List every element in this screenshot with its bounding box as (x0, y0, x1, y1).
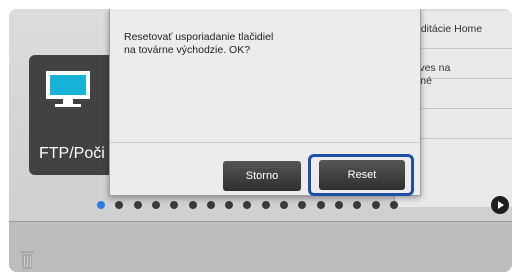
page-dot[interactable] (115, 201, 124, 209)
dialog-message: Resetovať usporiadanie tlačidiel na tová… (124, 31, 314, 57)
page-dot[interactable] (298, 201, 307, 209)
page-dot[interactable] (334, 201, 343, 209)
page-dot[interactable] (280, 201, 288, 209)
page-dot[interactable] (261, 201, 270, 209)
page-dot[interactable] (170, 201, 179, 209)
page-dot[interactable] (151, 201, 160, 209)
page-dot[interactable] (316, 201, 325, 209)
tile-label: FTP/Poči (39, 145, 105, 162)
page-dot[interactable] (353, 201, 362, 209)
dialog-footer: Storno Reset (110, 142, 420, 196)
device-screen: ec editácie Home ' kláves na volené FTP/… (9, 9, 512, 272)
page-dot[interactable] (133, 201, 142, 209)
dialog-message-line1: Resetovať usporiadanie tlačidiel (124, 31, 274, 43)
reset-button[interactable]: Reset (319, 160, 405, 190)
page-dot[interactable] (371, 201, 380, 209)
page-dot[interactable] (206, 201, 215, 209)
page-dot[interactable] (188, 201, 197, 209)
reset-button-highlight: Reset (308, 154, 414, 196)
play-right-icon (498, 201, 504, 209)
cancel-button[interactable]: Storno (223, 161, 301, 191)
page-dot[interactable] (389, 201, 398, 209)
reset-dialog: Resetovať usporiadanie tlačidiel na tová… (109, 9, 421, 196)
page-dot[interactable] (225, 201, 234, 209)
dialog-message-line2: na továrne východzie. OK? (124, 44, 251, 56)
bottom-bar (9, 221, 512, 272)
page-dot[interactable] (97, 201, 105, 209)
page-dot[interactable] (243, 201, 252, 209)
monitor-icon (46, 71, 90, 107)
trash-icon[interactable] (19, 250, 35, 270)
ftp-tile[interactable]: FTP/Poči (29, 55, 117, 175)
next-page-button[interactable] (491, 196, 509, 214)
